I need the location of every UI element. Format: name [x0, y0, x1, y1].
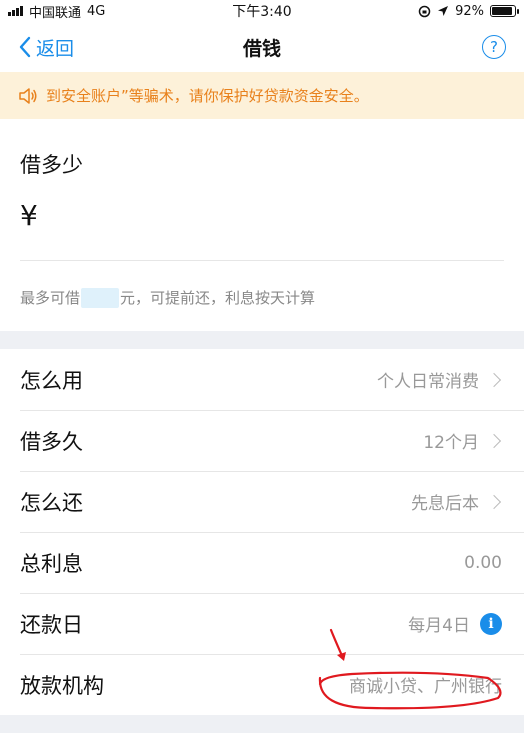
row-total-interest: 总利息 0.00 [0, 532, 524, 593]
row-label: 怎么用 [20, 368, 83, 393]
chevron-right-icon [486, 433, 502, 448]
row-term[interactable]: 借多久 12个月 [0, 410, 524, 471]
hint-suffix: 元，可提前还，利息按天计算 [120, 289, 316, 307]
row-value: 每月4日 [408, 616, 470, 636]
row-right: 0.00 [464, 553, 502, 573]
row-repayment[interactable]: 怎么还 先息后本 [0, 471, 524, 532]
back-label: 返回 [36, 37, 75, 60]
back-button[interactable]: 返回 [18, 34, 74, 61]
row-right: 先息后本 [411, 489, 502, 514]
row-label: 还款日 [20, 612, 83, 637]
loan-options-list: 怎么用 个人日常消费 借多久 12个月 怎么还 先息后本 总利息 0.00 还款… [0, 349, 524, 715]
row-label: 放款机构 [20, 673, 104, 698]
network-label: 4G [87, 3, 106, 19]
speaker-icon [19, 87, 37, 104]
notice-banner: 到安全账户”等骗术，请你保护好贷款资金安全。 [0, 72, 524, 119]
row-usage[interactable]: 怎么用 个人日常消费 [0, 349, 524, 410]
page-title: 借钱 [242, 37, 281, 60]
row-label: 总利息 [20, 551, 83, 576]
status-right: 92% [418, 3, 519, 19]
amount-label: 借多少 [20, 153, 83, 177]
row-right: 12个月 [423, 428, 502, 453]
row-value: 先息后本 [411, 494, 479, 514]
status-left: 中国联通 4G [8, 2, 105, 21]
chevron-right-icon [486, 494, 502, 509]
row-value: 0.00 [464, 552, 502, 573]
currency-symbol: ¥ [20, 199, 38, 232]
row-right: 个人日常消费 [377, 367, 502, 392]
info-icon[interactable]: i [480, 612, 502, 635]
battery-percent: 92% [455, 3, 484, 19]
chevron-right-icon [486, 372, 502, 387]
carrier-label: 中国联通 [29, 5, 82, 21]
battery-icon [490, 5, 519, 17]
question-circle-icon[interactable]: ? [482, 35, 506, 59]
nav-bar: 返回 借钱 ? [0, 22, 524, 72]
row-value: 个人日常消费 [377, 372, 479, 392]
status-bar: 中国联通 4G 下午3:40 92% [0, 0, 524, 22]
signal-icon [8, 6, 23, 16]
hint-prefix: 最多可借 [20, 289, 81, 307]
amount-card: 借多少 ¥ 最多可借 元，可提前还，利息按天计算 [0, 119, 524, 331]
notice-text: 到安全账户”等骗术，请你保护好贷款资金安全。 [46, 87, 369, 105]
row-right: 商诚小贷、广州银行 [349, 672, 502, 697]
location-icon [438, 6, 449, 16]
row-repayment-day: 还款日 每月4日 i [0, 593, 524, 654]
row-right: 每月4日 i [408, 611, 502, 636]
row-label: 怎么还 [20, 490, 83, 515]
battery-fill [492, 7, 513, 15]
chevron-left-icon [19, 36, 31, 58]
amount-input[interactable]: ¥ [20, 199, 504, 232]
row-label: 借多久 [20, 429, 83, 454]
redacted-amount [81, 287, 120, 308]
row-lender: 放款机构 商诚小贷、广州银行 [0, 654, 524, 715]
orientation-lock-icon [418, 5, 431, 17]
row-value: 12个月 [423, 433, 479, 453]
row-value: 商诚小贷、广州银行 [349, 677, 502, 697]
divider [20, 260, 504, 261]
amount-hint: 最多可借 元，可提前还，利息按天计算 [20, 287, 504, 308]
